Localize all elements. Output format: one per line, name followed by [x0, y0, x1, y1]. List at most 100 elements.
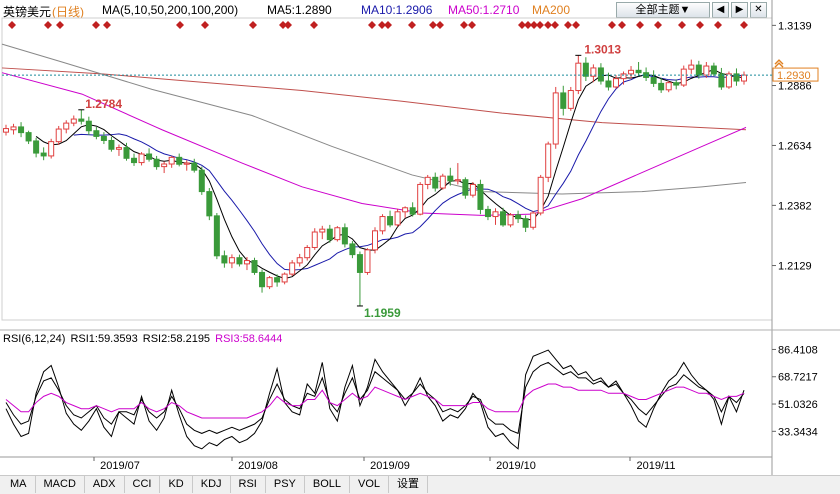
- tab-settings[interactable]: 设置: [389, 476, 429, 493]
- candle-body: [695, 64, 702, 76]
- candle-body: [462, 179, 469, 196]
- candle-body: [658, 82, 665, 91]
- candle-body: [394, 211, 401, 226]
- candle-body: [191, 162, 198, 171]
- diamond-marker-icon: [636, 21, 644, 29]
- candle-body: [63, 122, 70, 130]
- candle-body: [349, 243, 356, 256]
- candle-body: [552, 92, 559, 145]
- tab-ma[interactable]: MA: [0, 476, 36, 493]
- diamond-marker-icon: [103, 21, 111, 29]
- diamond-marker-icon: [249, 21, 257, 29]
- candle-body: [628, 69, 635, 75]
- tab-kd[interactable]: KD: [160, 476, 193, 493]
- candle-body: [153, 158, 160, 168]
- diamond-marker-icon: [536, 21, 544, 29]
- candle-body: [198, 169, 205, 193]
- candle-body: [40, 152, 47, 157]
- candle-body: [146, 153, 153, 160]
- rsi-tick-label: 33.3434: [778, 426, 818, 438]
- tab-boll[interactable]: BOLL: [305, 476, 351, 493]
- diamond-marker-icon: [284, 21, 292, 29]
- price-chart[interactable]: 1.3139 1.2886 1.2634 1.2382 1.2129 1.2930 1.30…: [0, 0, 840, 493]
- candle-body: [334, 227, 341, 241]
- diamond-marker-icon: [678, 21, 686, 29]
- rsi2-value: RSI2:58.2195: [142, 333, 211, 345]
- candle-body: [545, 143, 552, 178]
- high-annotation: 1.3013: [584, 42, 621, 56]
- time-tick-label: 2019/09: [370, 460, 410, 472]
- candle-body: [213, 215, 220, 257]
- rsi-params: RSI(6,12,24): [3, 333, 66, 345]
- candle-body: [236, 257, 243, 265]
- candle-body: [424, 176, 431, 185]
- candle-body: [251, 260, 258, 273]
- price-tick-label: 1.2382: [778, 200, 812, 212]
- low-annotation: 1.1959: [364, 306, 401, 320]
- tab-kdj[interactable]: KDJ: [193, 476, 231, 493]
- signal-markers: [8, 21, 748, 29]
- candle-body: [266, 277, 273, 288]
- tab-psy[interactable]: PSY: [266, 476, 305, 493]
- candle-body: [673, 82, 680, 86]
- ma100-line: [1, 43, 747, 195]
- price-tick-label: 1.3139: [778, 20, 812, 32]
- candle-body: [78, 118, 85, 122]
- candle-body: [567, 90, 574, 109]
- chart-labels: 1.3139 1.2886 1.2634 1.2382 1.2129 1.2930 1.30…: [2, 20, 819, 320]
- diamond-marker-icon: [436, 21, 444, 29]
- candle-body: [161, 163, 168, 168]
- tab-cci[interactable]: CCI: [125, 476, 161, 493]
- diamond-marker-icon: [44, 21, 52, 29]
- price-tick-label: 1.2886: [778, 81, 812, 93]
- candle-body: [650, 76, 657, 84]
- candle-body: [409, 207, 416, 215]
- diamond-marker-icon: [696, 21, 704, 29]
- candle-body: [612, 78, 619, 88]
- candle-body: [582, 62, 589, 77]
- candle-body: [665, 82, 672, 91]
- diamond-marker-icon: [201, 21, 209, 29]
- candle-body: [341, 227, 348, 245]
- price-tick-label: 1.2634: [778, 140, 812, 152]
- rsi-tick-label: 51.0326: [778, 399, 818, 411]
- tab-macd[interactable]: MACD: [36, 476, 85, 493]
- candle-body: [48, 141, 55, 157]
- diamond-marker-icon: [544, 21, 552, 29]
- rsi3-line: [5, 383, 745, 419]
- candle-body: [402, 207, 409, 213]
- diamond-marker-icon: [468, 21, 476, 29]
- tab-adx[interactable]: ADX: [85, 476, 125, 493]
- candle-body: [221, 255, 228, 264]
- candle-body: [18, 126, 25, 134]
- candle-body: [243, 260, 250, 265]
- diamond-marker-icon: [654, 21, 662, 29]
- candle-body: [228, 257, 235, 264]
- diamond-marker-icon: [310, 21, 318, 29]
- candle-body: [417, 183, 424, 215]
- candle-body: [500, 211, 507, 226]
- candle-body: [725, 73, 732, 88]
- time-tick-label: 2019/11: [637, 460, 676, 472]
- diamond-marker-icon: [8, 21, 16, 29]
- diamond-marker-icon: [176, 21, 184, 29]
- tab-rsi[interactable]: RSI: [231, 476, 266, 493]
- rsi-header: RSI(6,12,24) RSI1:59.3593 RSI2:58.2195 R…: [3, 333, 284, 345]
- rsi-tick-label: 68.7217: [778, 372, 818, 384]
- rsi1-line: [5, 349, 745, 450]
- candle-body: [537, 176, 544, 214]
- candle-body: [703, 65, 710, 76]
- candle-body: [605, 80, 612, 88]
- candle-body: [372, 230, 378, 251]
- tab-vol[interactable]: VOL: [350, 476, 390, 493]
- candle-body: [635, 69, 642, 74]
- candle-body: [168, 156, 175, 165]
- candle-body: [439, 175, 446, 189]
- candle-body: [469, 183, 476, 196]
- diamond-marker-icon: [460, 21, 468, 29]
- candle-body: [281, 273, 288, 283]
- candle-body: [680, 68, 687, 86]
- local-high-annotation: 1.2784: [85, 97, 122, 111]
- candle-body: [530, 212, 537, 228]
- candle-body: [522, 218, 529, 228]
